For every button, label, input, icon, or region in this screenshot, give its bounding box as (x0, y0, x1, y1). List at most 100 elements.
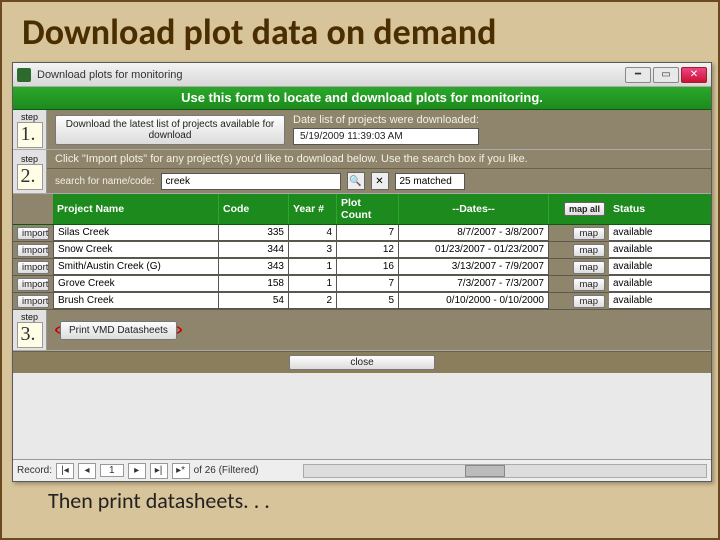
slide-footer: Then print datasheets. . . (48, 487, 270, 514)
import-button[interactable]: import (17, 261, 49, 274)
map-button[interactable]: map (573, 295, 605, 308)
minimize-button[interactable]: ━ (625, 67, 651, 83)
header-dates: --Dates-- (399, 194, 549, 224)
cell-dates[interactable]: 8/7/2007 - 3/8/2007 (399, 225, 549, 241)
maximize-button[interactable]: ▭ (653, 67, 679, 83)
app-window: Download plots for monitoring ━ ▭ ✕ Use … (12, 62, 712, 482)
cell-plot-count[interactable]: 7 (337, 276, 399, 292)
date-list-label: Date list of projects were downloaded: (293, 114, 479, 126)
slide-title: Download plot data on demand (2, 2, 718, 58)
app-icon (17, 68, 31, 82)
step-label: step (21, 312, 38, 322)
close-bar: close (13, 351, 711, 373)
nav-of-label: of 26 (Filtered) (194, 465, 259, 476)
step-label: step (21, 154, 38, 164)
cell-status: available (609, 225, 711, 241)
table-row: import Snow Creek34431201/23/2007 - 01/23… (13, 242, 711, 259)
cell-status: available (609, 276, 711, 292)
search-icon[interactable]: 🔍 (347, 172, 365, 190)
cell-year[interactable]: 4 (289, 225, 337, 241)
cell-code[interactable]: 335 (219, 225, 289, 241)
nav-new-button[interactable]: ▸* (172, 463, 190, 479)
cell-year[interactable]: 1 (289, 259, 337, 275)
titlebar: Download plots for monitoring ━ ▭ ✕ (13, 63, 711, 87)
download-list-button[interactable]: Download the latest list of projects ava… (55, 115, 285, 145)
nav-prev-button[interactable]: ◂ (78, 463, 96, 479)
table-row: import Brush Creek54250/10/2000 - 0/10/20… (13, 293, 711, 310)
cell-project-name[interactable]: Smith/Austin Creek (G) (53, 259, 219, 275)
highlight-ellipse: Print VMD Datasheets (55, 321, 182, 339)
step-1-row: step 1. Download the latest list of proj… (13, 110, 711, 150)
cell-plot-count[interactable]: 16 (337, 259, 399, 275)
cell-code[interactable]: 344 (219, 242, 289, 258)
close-button[interactable]: close (289, 355, 434, 370)
cell-dates[interactable]: 01/23/2007 - 01/23/2007 (399, 242, 549, 258)
step-3-number: 3. (17, 322, 43, 348)
nav-last-button[interactable]: ▸| (150, 463, 168, 479)
cell-dates[interactable]: 0/10/2000 - 0/10/2000 (399, 293, 549, 309)
grid-body: importSilas Creek335478/7/2007 - 3/8/200… (13, 225, 711, 310)
cell-plot-count[interactable]: 7 (337, 225, 399, 241)
print-datasheets-button[interactable]: Print VMD Datasheets (60, 321, 177, 340)
map-button[interactable]: map (573, 227, 605, 240)
map-button[interactable]: map (573, 244, 605, 257)
header-project-name: Project Name (53, 194, 219, 224)
table-row: import Silas Creek335478/7/2007 - 3/8/200… (13, 225, 711, 242)
cell-project-name[interactable]: Brush Creek (53, 293, 219, 309)
map-all-button[interactable]: map all (564, 202, 605, 216)
cell-status: available (609, 259, 711, 275)
step-1-marker: step 1. (13, 110, 47, 149)
clear-search-button[interactable]: ✕ (371, 172, 389, 190)
cell-dates[interactable]: 3/13/2007 - 7/9/2007 (399, 259, 549, 275)
search-label: search for name/code: (55, 176, 155, 187)
header-status: Status (609, 194, 711, 224)
header-plot-count: Plot Count (337, 194, 399, 224)
header-year: Year # (289, 194, 337, 224)
cell-dates[interactable]: 7/3/2007 - 7/3/2007 (399, 276, 549, 292)
step-3-marker: step 3. (13, 310, 47, 350)
step-3-row: step 3. Print VMD Datasheets (13, 310, 711, 351)
step-label: step (21, 112, 38, 122)
step-2-row: step 2. Click "Import plots" for any pro… (13, 150, 711, 194)
nav-current: 1 (100, 464, 124, 477)
record-navigator: Record: |◂ ◂ 1 ▸ ▸| ▸* of 26 (Filtered) (13, 459, 711, 481)
step-2-marker: step 2. (13, 150, 47, 193)
cell-status: available (609, 242, 711, 258)
cell-year[interactable]: 2 (289, 293, 337, 309)
grid-header: Project Name Code Year # Plot Count --Da… (13, 194, 711, 225)
cell-year[interactable]: 1 (289, 276, 337, 292)
match-count: 25 matched (395, 173, 465, 190)
step-1-number: 1. (17, 122, 43, 148)
cell-plot-count[interactable]: 5 (337, 293, 399, 309)
map-button[interactable]: map (573, 261, 605, 274)
step-2-number: 2. (17, 164, 43, 190)
table-row: import Grove Creek158177/3/2007 - 7/3/200… (13, 276, 711, 293)
cell-plot-count[interactable]: 12 (337, 242, 399, 258)
import-button[interactable]: import (17, 227, 49, 240)
map-button[interactable]: map (573, 278, 605, 291)
close-window-button[interactable]: ✕ (681, 67, 707, 83)
cell-code[interactable]: 158 (219, 276, 289, 292)
horizontal-scrollbar[interactable] (303, 464, 707, 478)
nav-next-button[interactable]: ▸ (128, 463, 146, 479)
cell-status: available (609, 293, 711, 309)
table-row: import Smith/Austin Creek (G)3431163/13/2… (13, 259, 711, 276)
step-2-hint: Click "Import plots" for any project(s) … (55, 153, 703, 165)
import-button[interactable]: import (17, 244, 49, 257)
import-button[interactable]: import (17, 278, 49, 291)
window-controls: ━ ▭ ✕ (625, 67, 707, 83)
search-input[interactable] (161, 173, 341, 190)
instruction-banner: Use this form to locate and download plo… (13, 87, 711, 110)
cell-project-name[interactable]: Snow Creek (53, 242, 219, 258)
import-button[interactable]: import (17, 295, 49, 308)
date-list-value: 5/19/2009 11:39:03 AM (293, 128, 479, 145)
cell-code[interactable]: 54 (219, 293, 289, 309)
scroll-thumb[interactable] (465, 465, 505, 477)
cell-project-name[interactable]: Silas Creek (53, 225, 219, 241)
cell-year[interactable]: 3 (289, 242, 337, 258)
nav-first-button[interactable]: |◂ (56, 463, 74, 479)
cell-code[interactable]: 343 (219, 259, 289, 275)
record-label: Record: (17, 465, 52, 476)
header-code: Code (219, 194, 289, 224)
cell-project-name[interactable]: Grove Creek (53, 276, 219, 292)
